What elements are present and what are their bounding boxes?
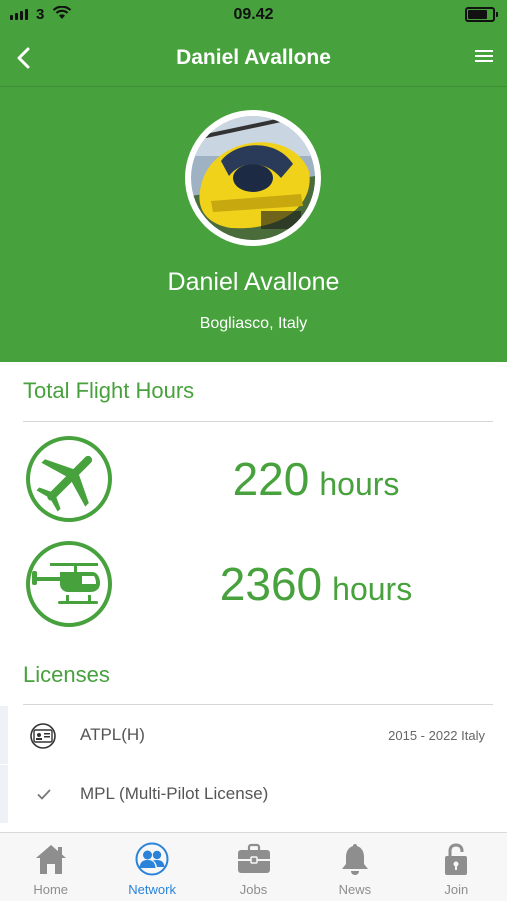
helicopter-photo xyxy=(191,116,315,240)
divider xyxy=(23,421,493,422)
tab-network[interactable]: Network xyxy=(101,833,202,901)
helicopter-hours-number: 2360 xyxy=(219,558,323,610)
status-time: 09.42 xyxy=(233,6,274,23)
status-bar: 3 09.42 xyxy=(0,0,507,30)
battery-icon xyxy=(465,7,498,22)
tab-label: Jobs xyxy=(239,882,268,897)
airplane-hours-number: 220 xyxy=(232,453,310,505)
tab-jobs[interactable]: Jobs xyxy=(203,833,304,901)
license-item-mpl[interactable]: MPL (Multi-Pilot License) xyxy=(0,765,507,823)
avatar xyxy=(185,110,321,246)
airplane-hours-value: 220 hours xyxy=(145,434,487,524)
hamburger-menu-icon[interactable] xyxy=(475,50,493,64)
navigation-bar: Daniel Avallone xyxy=(0,30,507,87)
profile-location: Bogliasco, Italy xyxy=(199,315,308,332)
tab-news[interactable]: News xyxy=(304,833,405,901)
license-card-icon xyxy=(30,723,56,749)
bell-icon xyxy=(341,844,368,875)
tab-join[interactable]: Join xyxy=(406,833,507,901)
tab-label: Network xyxy=(128,882,176,897)
airplane-icon xyxy=(26,436,112,522)
helicopter-icon xyxy=(26,541,112,627)
helicopter-hours-row: 2360 hours xyxy=(0,539,507,629)
divider xyxy=(23,704,493,705)
helicopter-hours-unit: hours xyxy=(332,570,413,607)
flight-hours-title: Total Flight Hours xyxy=(23,378,195,403)
license-name: MPL (Multi-Pilot License) xyxy=(80,784,269,803)
profile-name: Daniel Avallone xyxy=(167,268,340,296)
tab-label: News xyxy=(338,882,372,897)
tab-home[interactable]: Home xyxy=(0,833,101,901)
profile-header: Daniel Avallone Bogliasco, Italy xyxy=(0,87,507,362)
tab-bar: Home Network Jobs News Join xyxy=(0,832,507,901)
briefcase-icon xyxy=(237,843,270,873)
page-title: Daniel Avallone xyxy=(176,46,331,69)
licenses-title: Licenses xyxy=(23,662,110,687)
unlock-icon xyxy=(445,843,468,875)
tab-label: Home xyxy=(33,882,69,897)
airplane-hours-row: 220 hours xyxy=(0,434,507,524)
license-meta: 2015 - 2022 Italy xyxy=(388,728,485,743)
tab-label: Join xyxy=(444,882,469,897)
checkmark-icon xyxy=(37,789,51,800)
license-item-atpl[interactable]: ATPL(H) 2015 - 2022 Italy xyxy=(0,706,507,764)
home-icon xyxy=(35,845,66,874)
network-icon xyxy=(135,842,169,876)
airplane-hours-unit: hours xyxy=(319,465,400,502)
helicopter-hours-value: 2360 hours xyxy=(145,539,487,629)
license-name: ATPL(H) xyxy=(80,725,145,744)
